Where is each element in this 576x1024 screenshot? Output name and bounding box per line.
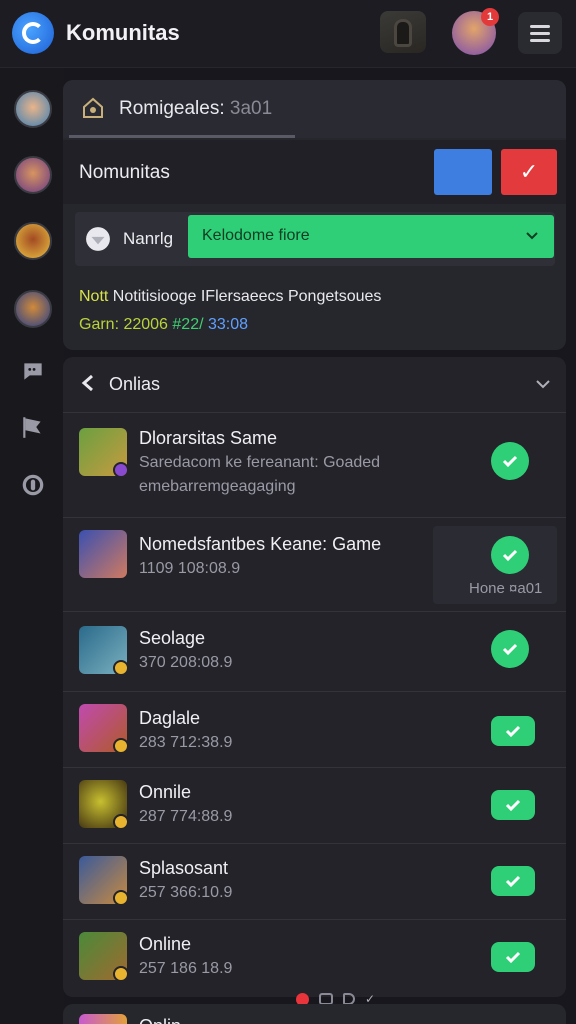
game-row[interactable]: Daglale 283 712:38.9	[63, 692, 566, 768]
menu-button[interactable]	[518, 12, 562, 54]
ring-icon[interactable]	[20, 472, 46, 498]
community-panel-header: Romigeales: 3a01	[63, 80, 566, 138]
game-thumbnail	[79, 780, 127, 828]
game-subtitle: 1109 108:08.9	[139, 560, 241, 577]
back-arrow-icon[interactable]	[79, 373, 99, 393]
game-thumbnail	[79, 856, 127, 904]
check-icon[interactable]	[491, 630, 529, 668]
rail-avatar-2[interactable]	[14, 156, 52, 194]
game-title: Seolage	[139, 628, 206, 648]
game-time-text: Garn: 22006 #22/ 33:08	[79, 316, 249, 333]
game-row[interactable]: Seolage 370 208:08.9	[63, 612, 566, 692]
app-logo-icon[interactable]	[12, 12, 54, 54]
game-row[interactable]: Onnile 287 774:88.9	[63, 768, 566, 844]
check-icon[interactable]	[491, 790, 535, 820]
name-select-dropdown[interactable]: Kelodome fiore	[188, 215, 554, 258]
game-badge-icon	[113, 814, 127, 828]
game-subtitle: 370 208:08.9	[139, 654, 233, 671]
game-title: Onnile	[139, 782, 192, 802]
check-icon[interactable]	[491, 866, 535, 896]
game-subtitle-2: emebarremgeagaging	[139, 478, 296, 495]
game-badge-icon	[113, 966, 127, 980]
house-icon	[83, 97, 103, 118]
game-title: Nomedsfantbes Keane: Game	[139, 534, 382, 554]
game-title: Dlorarsitas Same	[139, 428, 278, 448]
game-thumbnail	[79, 530, 127, 578]
profile-avatar-1[interactable]	[380, 11, 426, 53]
blue-action-button[interactable]	[434, 149, 492, 195]
name-select-value: Kelodome fiore	[202, 227, 310, 244]
game-row[interactable]: Nomedsfantbes Keane: Game 1109 108:08.9 …	[63, 518, 566, 612]
game-subtitle: Saredacom ke fereanant: Goaded	[139, 454, 381, 471]
game-thumbnail	[79, 626, 127, 674]
next-panel-title: Onlin	[139, 1016, 181, 1024]
chat-icon[interactable]	[20, 358, 46, 384]
game-row[interactable]: Dlorarsitas Same Saredacom ke fereanant:…	[63, 414, 566, 518]
game-row[interactable]: Online 257 186 18.9	[63, 920, 566, 997]
game-subtitle: 287 774:88.9	[139, 808, 233, 825]
next-panel: Onlin	[63, 1004, 566, 1024]
notification-text: Nott Notitisiooge IFlersaeecs Pongetsoue…	[79, 288, 382, 305]
game-subtitle: 283 712:38.9	[139, 734, 233, 751]
game-row[interactable]: Splasosant 257 366:10.9	[63, 844, 566, 920]
confirm-button[interactable]: ✓	[501, 149, 557, 195]
name-select-row: Nanrlg Kelodome fiore	[75, 212, 555, 266]
flag-icon[interactable]	[20, 414, 46, 440]
game-title: Splasosant	[139, 858, 229, 878]
game-badge-icon	[113, 890, 127, 904]
check-icon[interactable]	[491, 942, 535, 972]
app-title: Komunitas	[66, 20, 180, 45]
chevron-down-icon[interactable]	[534, 375, 552, 393]
community-panel-title: Romigeales: 3a01	[119, 98, 273, 119]
online-games-header[interactable]: Onlias	[63, 357, 566, 413]
notification-badge: 1	[481, 8, 499, 26]
pager-dot-check-icon[interactable]: ✓	[365, 993, 379, 1005]
tab-underline	[69, 135, 295, 138]
game-subtitle: 257 366:10.9	[139, 884, 233, 901]
check-icon[interactable]	[491, 442, 529, 480]
game-badge-icon	[113, 462, 127, 476]
name-select-label: Nanrlg	[123, 229, 174, 248]
chat-bubble-icon	[86, 227, 110, 251]
online-games-title: Onlias	[109, 374, 161, 394]
game-title: Online	[139, 934, 192, 954]
community-name-row: Nomunitas ✓	[63, 140, 566, 204]
rail-avatar-4[interactable]	[14, 290, 52, 328]
game-title: Daglale	[139, 708, 201, 728]
game-badge-icon	[113, 660, 127, 674]
game-badge-icon	[113, 738, 127, 752]
check-icon[interactable]	[491, 716, 535, 746]
online-games-panel: Onlias Dlorarsitas Same Saredacom ke fer…	[63, 357, 566, 997]
game-thumbnail	[79, 704, 127, 752]
game-subtitle: 257 186 18.9	[139, 960, 233, 977]
status-card-text: Hone ¤a01	[469, 580, 543, 597]
community-name-label: Nomunitas	[79, 162, 170, 183]
chevron-down-icon	[526, 232, 538, 240]
check-icon[interactable]	[491, 536, 529, 574]
rail-avatar-1[interactable]	[14, 90, 52, 128]
top-bar: Komunitas 1	[0, 0, 576, 68]
left-rail	[0, 68, 64, 1024]
game-thumbnail	[79, 932, 127, 980]
game-thumbnail	[79, 428, 127, 476]
rail-avatar-3[interactable]	[14, 222, 52, 260]
community-panel: Romigeales: 3a01 Nomunitas ✓ Nanrlg Kelo…	[63, 80, 566, 350]
game-thumbnail	[79, 1014, 127, 1024]
